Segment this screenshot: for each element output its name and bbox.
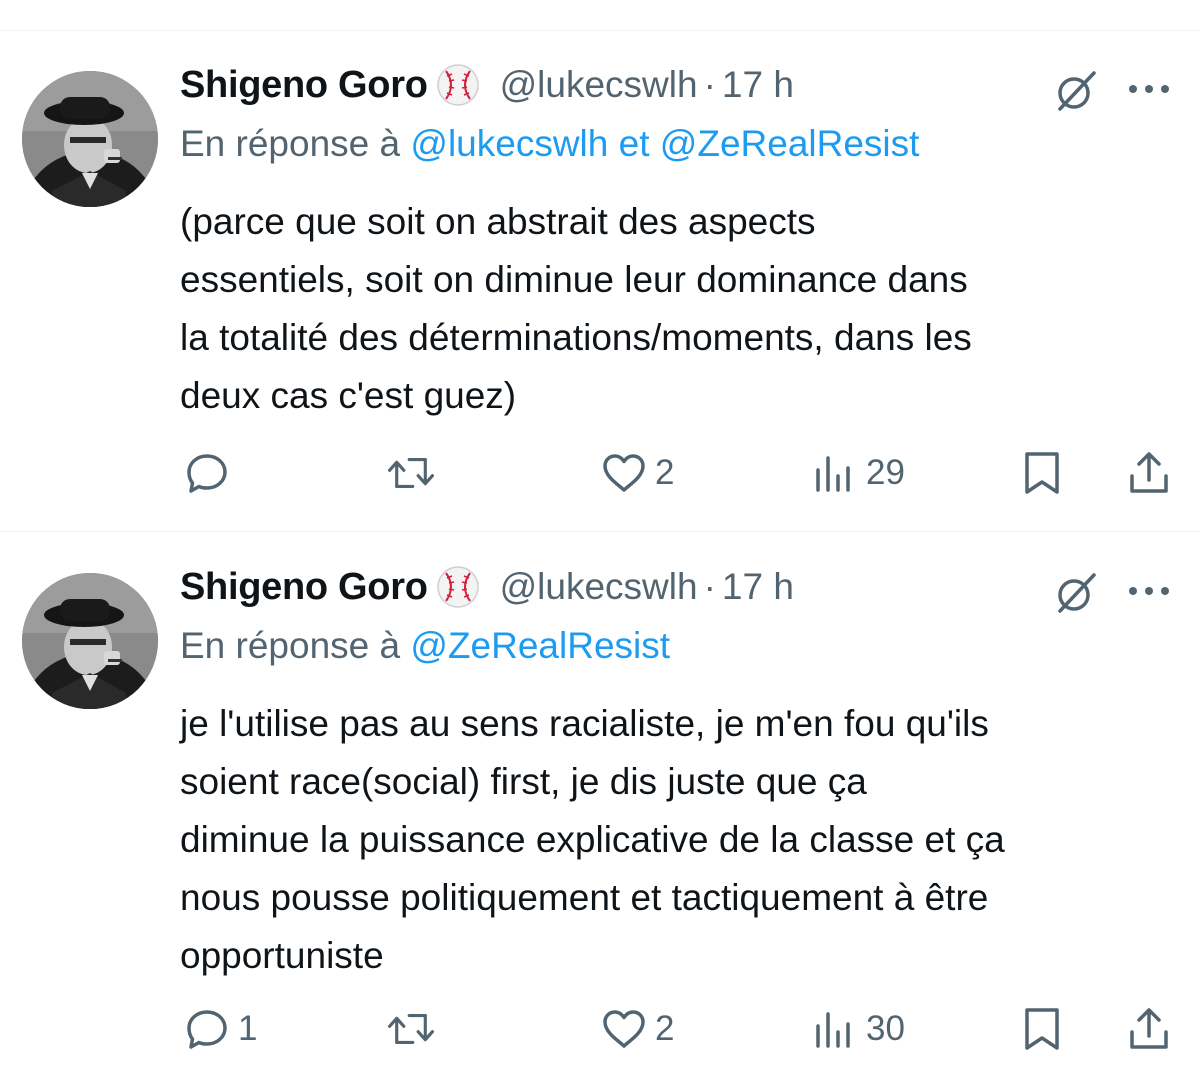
- like-button[interactable]: 2: [599, 443, 674, 503]
- tweet-text-line: soient race(social) first, je dis juste …: [180, 761, 867, 802]
- reply-prefix: En réponse à: [180, 123, 401, 164]
- bookmark-button[interactable]: [1017, 999, 1067, 1059]
- grok-icon[interactable]: [1052, 67, 1100, 115]
- views-button[interactable]: 30: [810, 999, 905, 1059]
- tweet[interactable]: Shigeno Goro @lukecswlh · 17 h En répons…: [0, 31, 1200, 536]
- tweet-text-line: nous pousse politiquement et tactiquemen…: [180, 877, 989, 918]
- tweet-text: je l'utilise pas au sens racialiste, je …: [180, 695, 1180, 985]
- tweet-header: Shigeno Goro @lukecswlh · 17 h: [180, 57, 794, 113]
- timestamp[interactable]: 17 h: [722, 64, 794, 106]
- views-count: 29: [866, 453, 905, 492]
- tweet-text-line: je l'utilise pas au sens racialiste, je …: [180, 703, 989, 744]
- more-icon[interactable]: [1126, 79, 1172, 99]
- retweet-icon: [386, 1004, 436, 1054]
- views-count: 30: [866, 1009, 905, 1048]
- baseball-icon: [432, 561, 484, 613]
- grok-icon[interactable]: [1052, 569, 1100, 617]
- like-icon: [599, 1004, 649, 1054]
- reply-count: 1: [238, 1009, 258, 1048]
- timestamp[interactable]: 17 h: [722, 566, 794, 608]
- retweet-button[interactable]: [386, 443, 442, 503]
- reply-context: En réponse à @lukecswlh et @ZeRealResist: [180, 123, 919, 165]
- retweet-icon: [386, 448, 436, 498]
- views-icon: [810, 1004, 860, 1054]
- share-icon: [1124, 448, 1174, 498]
- retweet-button[interactable]: [386, 999, 442, 1059]
- tweet-text-line: (parce que soit on abstrait des aspects: [180, 201, 816, 242]
- like-icon: [599, 448, 649, 498]
- bookmark-button[interactable]: [1017, 443, 1067, 503]
- tweet-text-line: opportuniste: [180, 935, 384, 976]
- tweet-header: Shigeno Goro @lukecswlh · 17 h: [180, 559, 794, 615]
- share-icon: [1124, 1004, 1174, 1054]
- separator-dot: ·: [703, 566, 716, 607]
- author-handle[interactable]: @lukecswlh: [500, 64, 698, 106]
- separator-dot: ·: [703, 64, 716, 105]
- tweet[interactable]: Shigeno Goro @lukecswlh · 17 h En répons…: [0, 533, 1200, 1050]
- action-bar: 1 2 30: [0, 999, 1200, 1059]
- author-name[interactable]: Shigeno Goro: [180, 64, 428, 107]
- mention-link[interactable]: @lukecswlh: [410, 123, 608, 164]
- like-button[interactable]: 2: [599, 999, 674, 1059]
- like-count: 2: [655, 453, 675, 492]
- bookmark-icon: [1017, 1004, 1067, 1054]
- like-count: 2: [655, 1009, 675, 1048]
- author-name[interactable]: Shigeno Goro: [180, 566, 428, 609]
- mention-joiner: et: [618, 123, 650, 164]
- tweet-divider: [0, 531, 1200, 532]
- mention-link[interactable]: @ZeRealResist: [410, 625, 670, 666]
- tweet-text-line: essentiels, soit on diminue leur dominan…: [180, 259, 968, 300]
- reply-context: En réponse à @ZeRealResist: [180, 625, 670, 667]
- more-icon[interactable]: [1126, 581, 1172, 601]
- tweet-text-line: la totalité des déterminations/moments, …: [180, 317, 972, 358]
- tweet-text-line: deux cas c'est guez): [180, 375, 517, 416]
- reply-icon: [182, 448, 232, 498]
- avatar[interactable]: [22, 573, 158, 709]
- baseball-icon: [432, 59, 484, 111]
- share-button[interactable]: [1124, 999, 1174, 1059]
- views-icon: [810, 448, 860, 498]
- author-handle[interactable]: @lukecswlh: [500, 566, 698, 608]
- tweet-text-line: diminue la puissance explicative de la c…: [180, 819, 1005, 860]
- reply-button[interactable]: [182, 443, 238, 503]
- bookmark-icon: [1017, 448, 1067, 498]
- action-bar: 2 29: [0, 443, 1200, 503]
- share-button[interactable]: [1124, 443, 1174, 503]
- avatar[interactable]: [22, 71, 158, 207]
- reply-icon: [182, 1004, 232, 1054]
- mention-link[interactable]: @ZeRealResist: [660, 123, 920, 164]
- reply-prefix: En réponse à: [180, 625, 401, 666]
- reply-button[interactable]: 1: [182, 999, 257, 1059]
- tweet-text: (parce que soit on abstrait des aspects …: [180, 193, 1180, 425]
- views-button[interactable]: 29: [810, 443, 905, 503]
